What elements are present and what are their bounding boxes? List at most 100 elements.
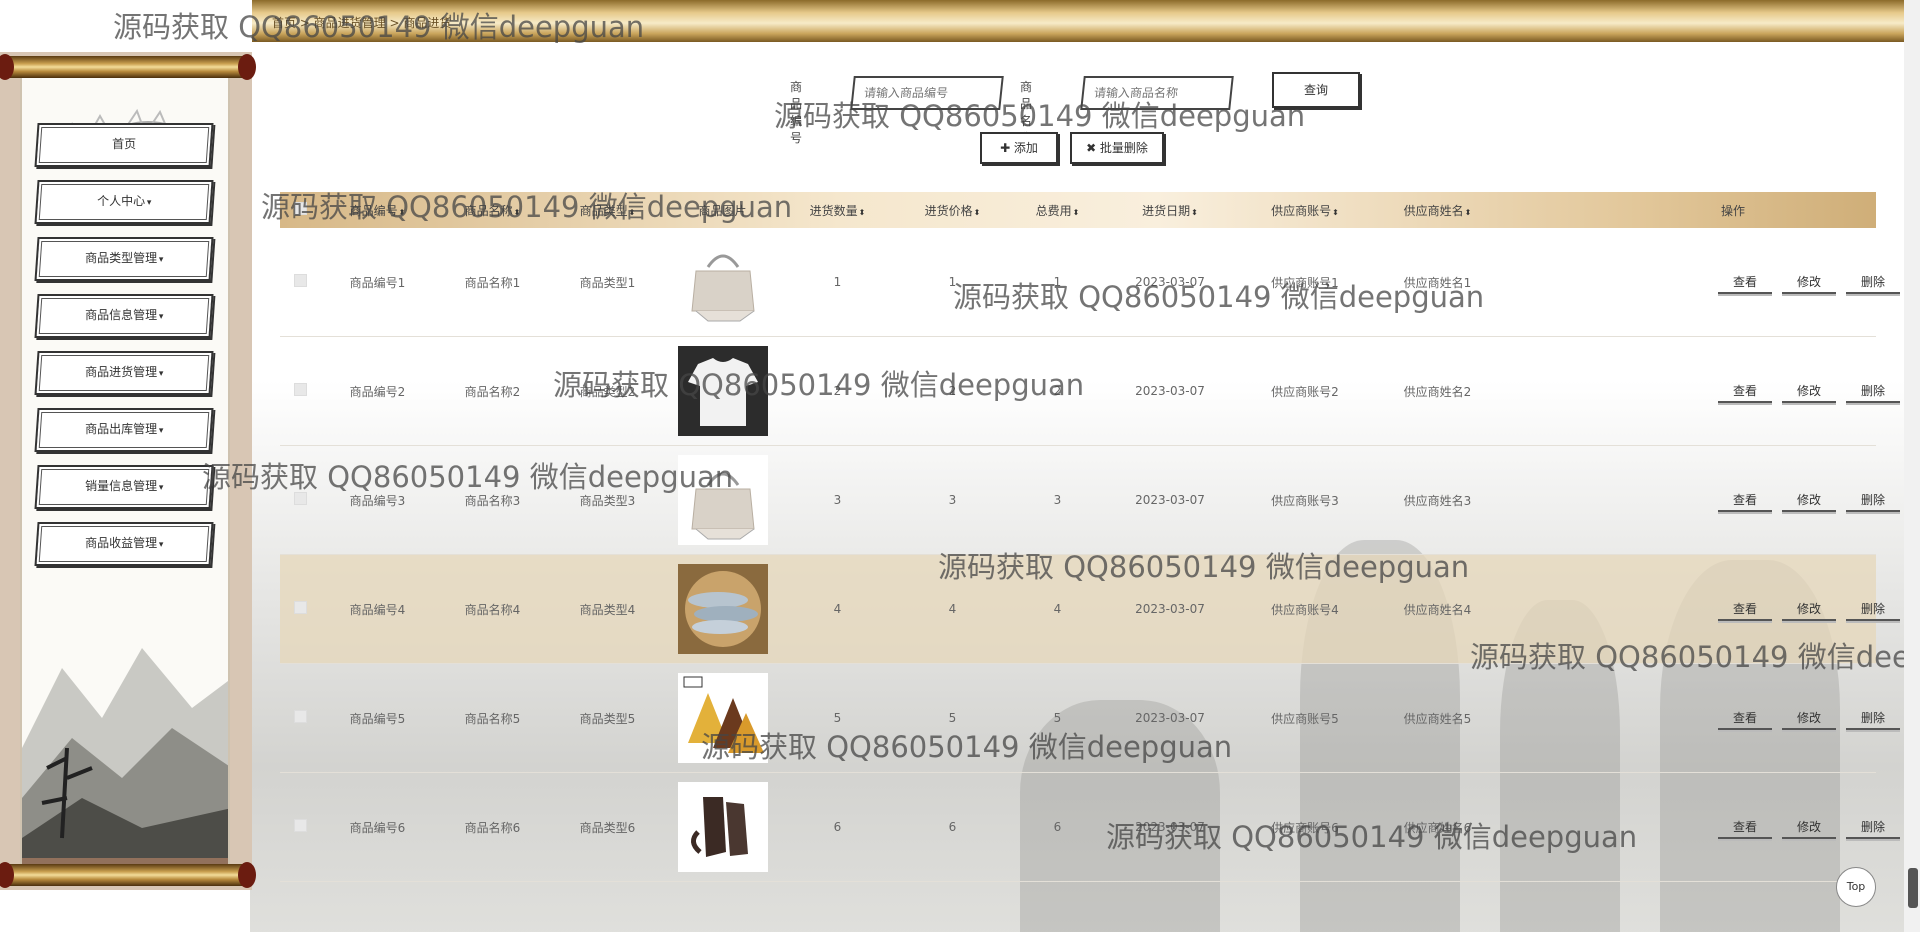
column-header: 操作: [1500, 202, 1920, 219]
row-actions: 查看 修改 删除: [1500, 706, 1920, 730]
column-header-label: 进货价格: [924, 203, 973, 218]
caret-down-icon: ▾: [146, 198, 152, 208]
row-checkbox[interactable]: [293, 819, 307, 832]
sort-icon[interactable]: ⬍: [1332, 208, 1339, 217]
fish-icon[interactable]: [677, 564, 768, 654]
product-name: 商品名称3: [464, 493, 521, 508]
view-button[interactable]: 查看: [1718, 379, 1772, 403]
price: 5: [948, 711, 957, 725]
supplier-name: 供应商姓名3: [1403, 493, 1472, 508]
query-button[interactable]: 查询: [1272, 72, 1360, 108]
breadcrumb: 首页 > 商品进货管理 > 商品进货: [272, 16, 452, 30]
column-header[interactable]: 总费用⬍: [1010, 202, 1105, 219]
column-header[interactable]: 供应商账号⬍: [1235, 202, 1375, 219]
batch-delete-button[interactable]: ✖ 批量删除: [1070, 132, 1164, 164]
delete-button[interactable]: 删除: [1846, 488, 1900, 512]
delete-button[interactable]: 删除: [1846, 815, 1900, 839]
sidebar-item[interactable]: 商品收益管理 ▾: [34, 522, 214, 566]
row-checkbox[interactable]: [293, 274, 307, 287]
view-button[interactable]: 查看: [1718, 270, 1772, 294]
product-image-cell: [665, 673, 780, 763]
bag-icon[interactable]: [677, 237, 768, 327]
row-actions: 查看 修改 删除: [1500, 488, 1920, 512]
column-header-label: 总费用: [1035, 203, 1072, 218]
product-type: 商品类型3: [579, 493, 636, 508]
sidebar-item[interactable]: 个人中心 ▾: [34, 180, 214, 224]
column-header[interactable]: 商品类型⬍: [550, 202, 665, 219]
supplier-account: 供应商账号3: [1271, 493, 1339, 508]
edit-button[interactable]: 修改: [1782, 597, 1836, 621]
delete-button[interactable]: 删除: [1846, 379, 1900, 403]
sidebar-item[interactable]: 商品类型管理 ▾: [34, 237, 214, 281]
mountain-painting-icon: [22, 648, 228, 878]
back-to-top-button[interactable]: Top: [1836, 867, 1876, 907]
column-header[interactable]: 商品名称⬍: [435, 202, 550, 219]
add-button[interactable]: ✚ 添加: [980, 132, 1058, 164]
row-checkbox[interactable]: [293, 710, 307, 723]
sort-icon[interactable]: ⬍: [1191, 208, 1198, 217]
bag-icon[interactable]: [677, 455, 768, 545]
column-header[interactable]: 进货价格⬍: [895, 202, 1010, 219]
page-scrollbar[interactable]: [1904, 0, 1920, 932]
view-button[interactable]: 查看: [1718, 488, 1772, 512]
row-checkbox[interactable]: [293, 383, 307, 396]
tshirt-icon[interactable]: [677, 346, 768, 436]
delete-button[interactable]: 删除: [1846, 597, 1900, 621]
view-button[interactable]: 查看: [1718, 597, 1772, 621]
column-header-label: 进货日期: [1142, 203, 1191, 218]
sort-icon[interactable]: ⬍: [859, 208, 866, 217]
column-header[interactable]: 进货数量⬍: [780, 202, 895, 219]
edit-button[interactable]: 修改: [1782, 815, 1836, 839]
sort-icon[interactable]: ⬍: [1073, 208, 1080, 217]
price: 3: [948, 493, 957, 507]
product-type: 商品类型6: [579, 820, 636, 835]
total-cost: 2: [1053, 384, 1062, 398]
total-cost: 1: [1053, 275, 1062, 289]
sort-icon[interactable]: ⬍: [1465, 208, 1472, 217]
supplier-name: 供应商姓名5: [1403, 711, 1472, 726]
sidebar-item[interactable]: 首页: [34, 123, 214, 167]
edit-button[interactable]: 修改: [1782, 379, 1836, 403]
code-search-input[interactable]: [850, 76, 1004, 110]
purchase-date: 2023-03-07: [1135, 384, 1205, 398]
sort-icon[interactable]: ⬍: [629, 208, 636, 217]
sidebar-item-label: 商品收益管理: [84, 536, 157, 550]
edit-button[interactable]: 修改: [1782, 488, 1836, 512]
supplier-account: 供应商账号6: [1271, 820, 1339, 835]
view-button[interactable]: 查看: [1718, 706, 1772, 730]
row-checkbox[interactable]: [293, 492, 307, 505]
column-header[interactable]: 商品编号⬍: [320, 202, 435, 219]
select-all-checkbox[interactable]: [293, 202, 307, 215]
column-header: 商品图片: [665, 202, 780, 219]
sidebar-item[interactable]: 商品信息管理 ▾: [34, 294, 214, 338]
product-name: 商品名称4: [464, 602, 521, 617]
total-cost: 3: [1053, 493, 1062, 507]
scrollbar-thumb[interactable]: [1908, 868, 1918, 908]
edit-button[interactable]: 修改: [1782, 270, 1836, 294]
product-type: 商品类型4: [579, 602, 636, 617]
gloves-icon[interactable]: [677, 782, 768, 872]
sidebar-item[interactable]: 商品进货管理 ▾: [34, 351, 214, 395]
sort-icon[interactable]: ⬍: [514, 208, 521, 217]
edit-button[interactable]: 修改: [1782, 706, 1836, 730]
column-header-label: 供应商姓名: [1403, 203, 1464, 218]
sidebar-item[interactable]: 销量信息管理 ▾: [34, 465, 214, 509]
column-header[interactable]: 供应商姓名⬍: [1375, 202, 1500, 219]
row-select-cell: [280, 601, 320, 617]
name-search-input[interactable]: [1080, 76, 1234, 110]
row-checkbox[interactable]: [293, 601, 307, 614]
sidebar-item-label: 首页: [112, 137, 137, 151]
view-button[interactable]: 查看: [1718, 815, 1772, 839]
chocolate-icon[interactable]: [677, 673, 768, 763]
supplier-name: 供应商姓名4: [1403, 602, 1472, 617]
sidebar-item[interactable]: 商品出库管理 ▾: [34, 408, 214, 452]
delete-button[interactable]: 删除: [1846, 706, 1900, 730]
sort-icon[interactable]: ⬍: [974, 208, 981, 217]
sort-icon[interactable]: ⬍: [399, 208, 406, 217]
caret-down-icon: ▾: [158, 255, 164, 265]
supplier-account: 供应商账号1: [1271, 275, 1339, 290]
column-header[interactable]: 进货日期⬍: [1105, 202, 1235, 219]
purchase-date: 2023-03-07: [1135, 711, 1205, 725]
delete-button[interactable]: 删除: [1846, 270, 1900, 294]
product-image-cell: [665, 237, 780, 327]
